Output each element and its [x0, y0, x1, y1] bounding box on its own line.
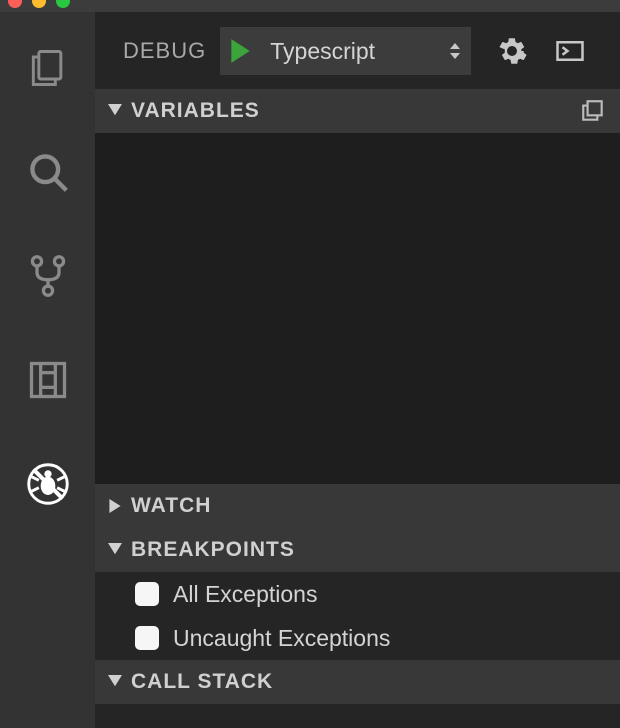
collapse-arrow-icon	[107, 499, 123, 513]
watch-title: WATCH	[131, 494, 608, 518]
variables-section-header[interactable]: VARIABLES	[95, 89, 620, 133]
expand-arrow-icon	[107, 675, 123, 689]
debug-label: DEBUG	[123, 38, 206, 64]
explorer-icon[interactable]	[24, 44, 72, 92]
variables-panel-body	[95, 133, 620, 484]
expand-arrow-icon	[107, 543, 123, 557]
breakpoint-item[interactable]: Uncaught Exceptions	[95, 616, 620, 660]
debug-sidebar: DEBUG Typescript	[95, 12, 620, 728]
call-stack-body	[95, 704, 620, 728]
debug-config-select[interactable]: Typescript	[254, 27, 449, 75]
variables-title: VARIABLES	[131, 99, 570, 123]
activity-bar	[0, 12, 95, 728]
breakpoints-title: BREAKPOINTS	[131, 538, 608, 562]
source-control-icon[interactable]	[24, 252, 72, 300]
start-debug-button[interactable]	[220, 34, 254, 68]
watch-section-header[interactable]: WATCH	[95, 484, 620, 528]
breakpoint-checkbox[interactable]	[135, 626, 159, 650]
debug-icon[interactable]	[24, 460, 72, 508]
window-titlebar	[0, 0, 620, 12]
debug-toolbar: DEBUG Typescript	[95, 12, 620, 89]
settings-gear-icon[interactable]	[495, 34, 529, 68]
breakpoint-label: All Exceptions	[173, 581, 317, 608]
extensions-icon[interactable]	[24, 356, 72, 404]
breakpoint-checkbox[interactable]	[135, 582, 159, 606]
debug-console-icon[interactable]	[553, 34, 587, 68]
call-stack-section-header[interactable]: CALL STACK	[95, 660, 620, 704]
breakpoint-item[interactable]: All Exceptions	[95, 572, 620, 616]
call-stack-title: CALL STACK	[131, 670, 608, 694]
window-close-button[interactable]	[8, 0, 22, 8]
expand-arrow-icon	[107, 104, 123, 118]
breakpoint-label: Uncaught Exceptions	[173, 625, 390, 652]
select-caret-icon	[449, 42, 461, 60]
breakpoints-section-header[interactable]: BREAKPOINTS	[95, 528, 620, 572]
window-minimize-button[interactable]	[32, 0, 46, 8]
window-zoom-button[interactable]	[56, 0, 70, 8]
collapse-all-icon[interactable]	[578, 98, 608, 124]
search-icon[interactable]	[24, 148, 72, 196]
